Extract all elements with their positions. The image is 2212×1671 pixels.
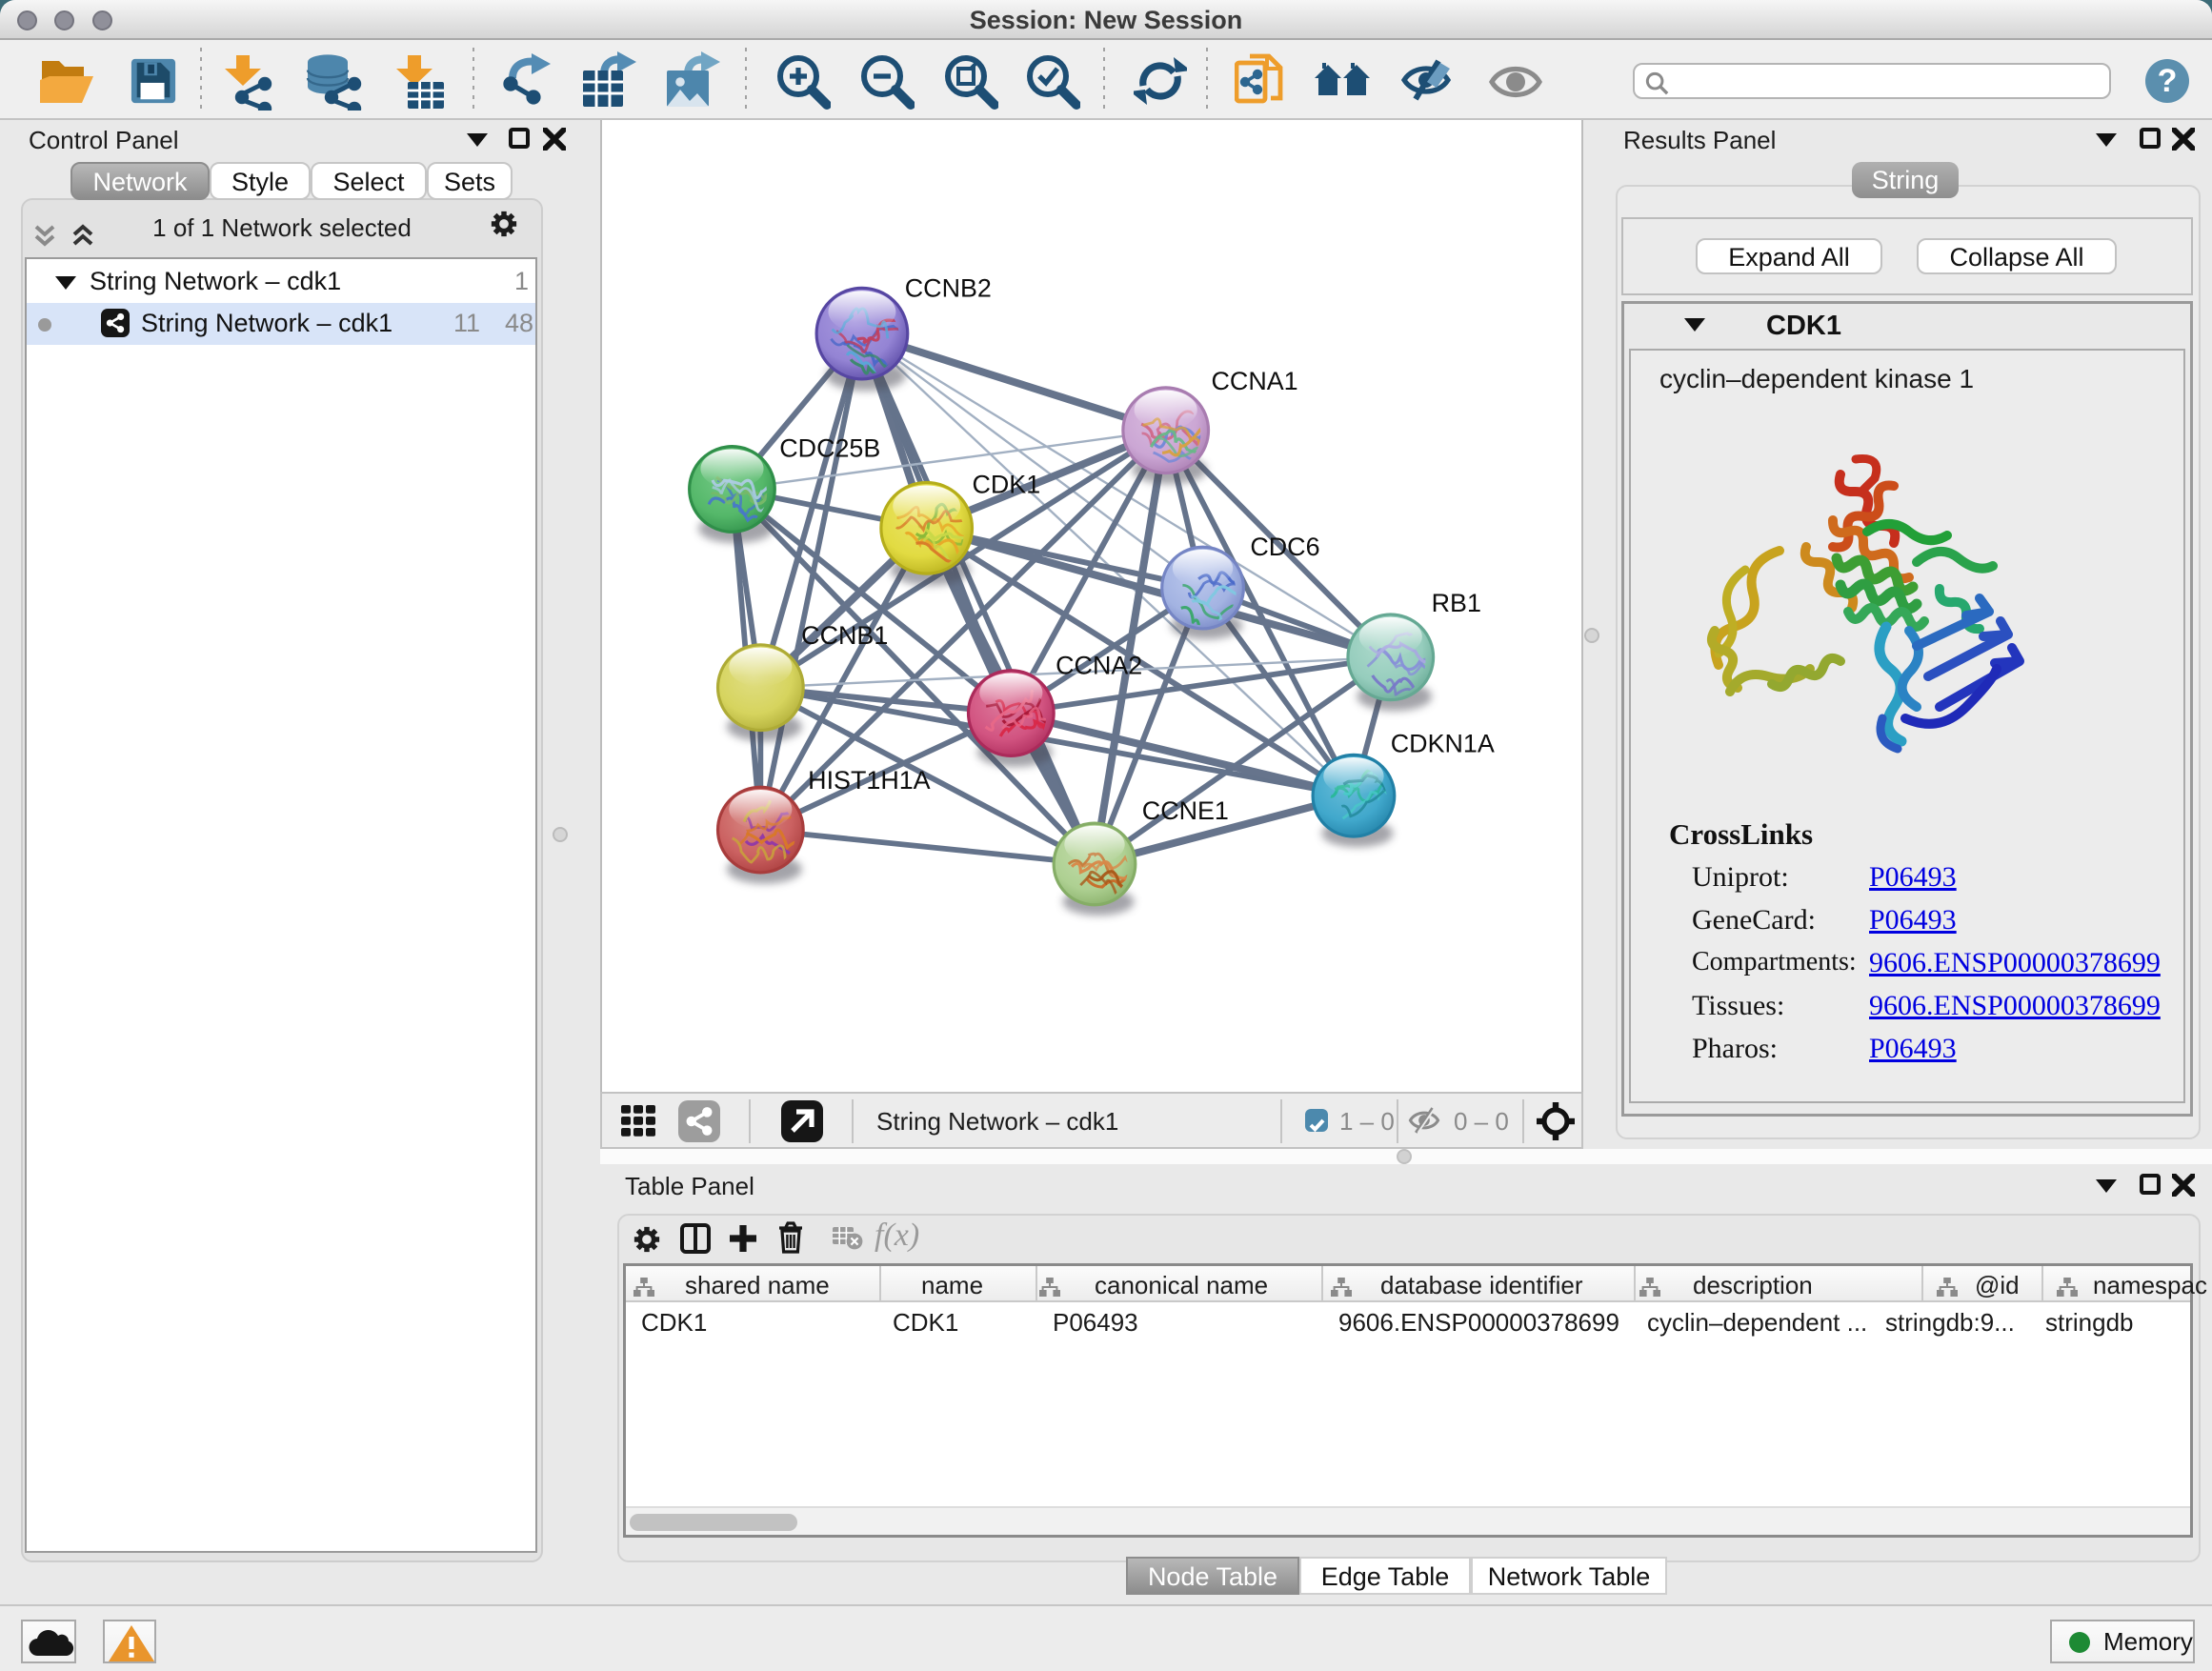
svg-text:CDC6: CDC6 (1250, 533, 1319, 561)
svg-text:CCNB2: CCNB2 (905, 273, 992, 302)
svg-text:CCNE1: CCNE1 (1142, 796, 1229, 825)
svg-text:CCNA1: CCNA1 (1212, 367, 1298, 395)
svg-text:CCNA2: CCNA2 (1056, 652, 1142, 680)
svg-text:HIST1H1A: HIST1H1A (808, 766, 931, 795)
svg-text:CCNB1: CCNB1 (801, 621, 888, 650)
svg-text:CDKN1A: CDKN1A (1391, 729, 1495, 757)
svg-text:CDK1: CDK1 (972, 470, 1040, 498)
svg-text:CDC25B: CDC25B (779, 434, 880, 463)
svg-text:RB1: RB1 (1432, 589, 1481, 617)
